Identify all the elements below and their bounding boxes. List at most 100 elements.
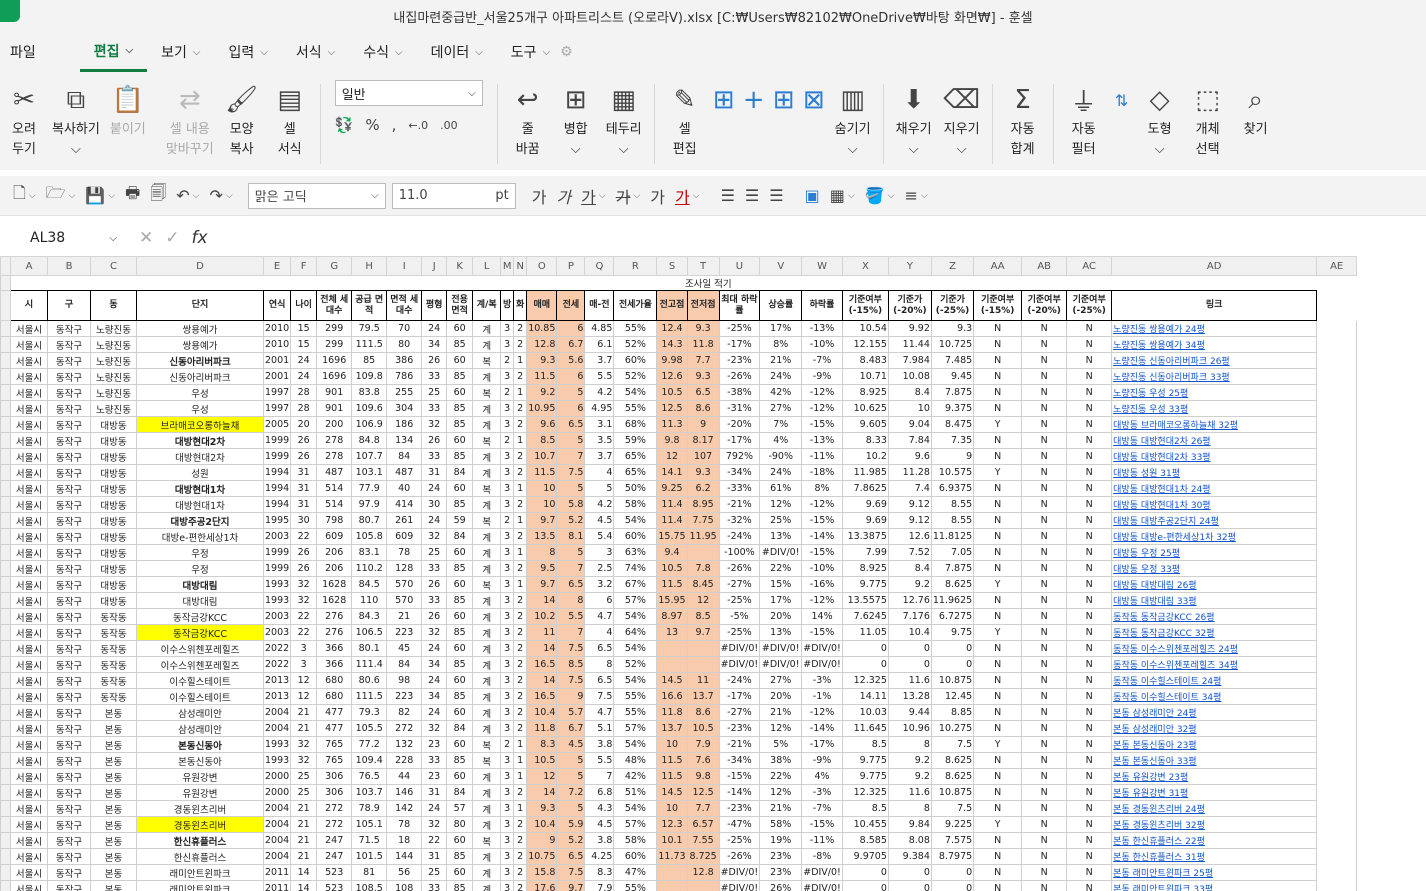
table-cell[interactable]: 19% (759, 832, 803, 849)
table-cell[interactable]: 9.04 (887, 416, 932, 433)
column-header[interactable]: C (90, 256, 137, 276)
table-cell[interactable]: 84 (386, 448, 423, 465)
table-cell[interactable]: 계 (472, 448, 502, 465)
table-cell[interactable]: 7% (759, 416, 803, 433)
table-cell[interactable]: 서울시 (10, 496, 48, 513)
table-cell[interactable]: #DIV/0! (718, 880, 761, 891)
table-cell[interactable]: N (1066, 544, 1113, 561)
table-cell[interactable]: 11.5 (656, 768, 688, 785)
table-cell[interactable]: 12.155 (841, 336, 889, 353)
table-cell[interactable]: -5% (718, 608, 761, 625)
table-cell[interactable]: 60 (446, 384, 474, 401)
table-cell[interactable]: 브라매코오롱하늘채 (136, 416, 264, 433)
table-cell[interactable]: 본동 (90, 704, 137, 721)
cell-format-button[interactable]: ▤ 셀 서식 (270, 80, 310, 160)
table-cell[interactable]: 대방동 (90, 512, 137, 529)
table-cell[interactable]: 12.325 (841, 784, 889, 801)
table-cell[interactable]: -23% (718, 720, 761, 737)
table-cell[interactable]: -21% (718, 496, 761, 513)
table-cell[interactable]: 계 (472, 848, 502, 865)
link-cell[interactable]: 동작동 이수스위첸포레힐즈 24평 (1111, 640, 1318, 657)
row-header[interactable] (0, 848, 11, 865)
table-cell[interactable]: 동작구 (47, 800, 91, 817)
table-cell[interactable]: 8 (526, 544, 558, 561)
table-cell[interactable]: 1995 (262, 512, 292, 529)
table-cell[interactable]: 55% (613, 320, 658, 337)
table-cell[interactable]: 14.5 (656, 784, 688, 801)
table-cell[interactable]: N (973, 752, 1023, 769)
row-header[interactable] (0, 290, 11, 321)
table-cell[interactable] (686, 640, 720, 657)
table-cell[interactable]: 8% (759, 336, 803, 353)
row-header[interactable] (0, 400, 11, 417)
table-cell[interactable]: 5.5 (556, 608, 586, 625)
table-cell[interactable]: 10.875 (930, 672, 975, 689)
row-header[interactable] (0, 432, 11, 449)
table-cell[interactable]: 54% (613, 736, 658, 753)
fill-color-icon[interactable]: 🪣 ⌵ (865, 186, 895, 205)
table-cell[interactable]: 복 (472, 432, 502, 449)
header-cell[interactable]: 전용 면적 (446, 290, 474, 321)
table-cell[interactable]: 3 (500, 480, 515, 497)
table-cell[interactable]: 57% (613, 592, 658, 609)
table-cell[interactable]: N (973, 800, 1023, 817)
table-cell[interactable]: 81 (351, 864, 388, 881)
table-cell[interactable]: 1 (513, 384, 528, 401)
table-cell[interactable]: 33 (421, 368, 448, 385)
table-cell[interactable]: 10.4 (887, 624, 932, 641)
select-all-corner[interactable] (0, 256, 11, 276)
table-cell[interactable]: 487 (386, 464, 423, 481)
table-cell[interactable]: 12 (526, 768, 558, 785)
table-cell[interactable]: 1 (513, 480, 528, 497)
table-cell[interactable]: 서울시 (10, 816, 48, 833)
table-cell[interactable]: -18% (801, 464, 843, 481)
row-header[interactable] (0, 448, 11, 465)
table-cell[interactable]: 26 (421, 352, 448, 369)
row-header[interactable] (0, 352, 11, 369)
row-header[interactable] (0, 784, 11, 801)
formula-input[interactable] (217, 226, 1426, 250)
table-cell[interactable]: 1993 (262, 592, 292, 609)
table-cell[interactable]: 609 (316, 528, 353, 545)
table-cell[interactable]: 6 (556, 400, 586, 417)
table-cell[interactable]: 23% (759, 848, 803, 865)
table-cell[interactable]: 55% (613, 704, 658, 721)
table-cell[interactable]: 27% (759, 400, 803, 417)
table-cell[interactable]: 대방동 (90, 432, 137, 449)
table-cell[interactable]: 계 (472, 416, 502, 433)
header-cell[interactable]: 상승률 (759, 290, 803, 321)
table-cell[interactable]: 386 (386, 352, 423, 369)
link-cell[interactable]: 대방동 대방e-편한세상1차 32평 (1111, 528, 1318, 545)
table-cell[interactable]: 동작구 (47, 400, 91, 417)
header-cell[interactable]: 단지 (136, 290, 264, 321)
table-cell[interactable]: 77.2 (351, 736, 388, 753)
table-cell[interactable]: 서울시 (10, 400, 48, 417)
table-cell[interactable]: 복 (472, 736, 502, 753)
table-cell[interactable]: -12% (801, 704, 843, 721)
table-cell[interactable]: 서울시 (10, 832, 48, 849)
table-cell[interactable]: 2004 (262, 848, 292, 865)
table-cell[interactable]: -34% (718, 464, 761, 481)
table-cell[interactable]: 1999 (262, 448, 292, 465)
row-header[interactable] (0, 512, 11, 529)
table-cell[interactable]: 동작구 (47, 480, 91, 497)
table-cell[interactable]: N (1066, 640, 1113, 657)
table-cell[interactable]: N (1066, 416, 1113, 433)
row-header[interactable] (0, 800, 11, 817)
link-cell[interactable]: 노량진동 신동아리버파크 26평 (1111, 352, 1318, 369)
table-cell[interactable]: 2 (513, 624, 528, 641)
link-cell[interactable]: 대방동 우정 33평 (1111, 560, 1318, 577)
table-cell[interactable]: N (1021, 464, 1068, 481)
table-cell[interactable]: 5 (556, 768, 586, 785)
table-cell[interactable]: N (1021, 688, 1068, 705)
table-cell[interactable]: 6.8 (584, 784, 615, 801)
table-cell[interactable]: -34% (718, 752, 761, 769)
table-cell[interactable]: 8.5 (526, 432, 558, 449)
table-cell[interactable]: 12.5 (656, 400, 688, 417)
table-cell[interactable]: N (973, 720, 1023, 737)
table-cell[interactable]: 9.605 (841, 416, 889, 433)
table-cell[interactable]: 21 (290, 800, 318, 817)
table-cell[interactable]: 12 (686, 592, 720, 609)
table-cell[interactable]: 11.6 (887, 672, 932, 689)
row-header[interactable] (0, 752, 11, 769)
